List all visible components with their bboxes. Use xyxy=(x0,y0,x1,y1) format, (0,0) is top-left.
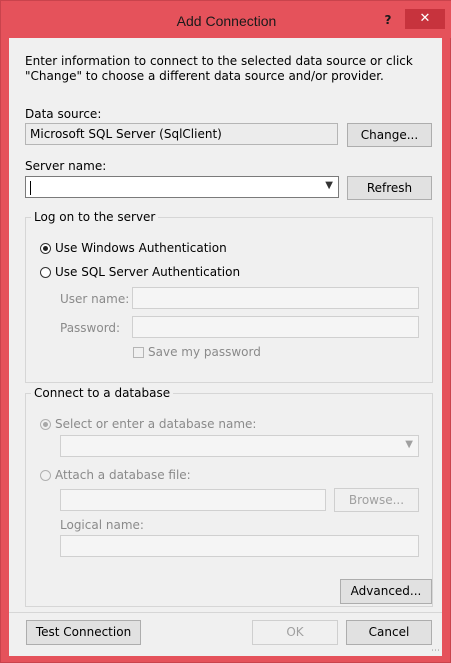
select-db-label[interactable]: Select or enter a database name: xyxy=(55,417,256,431)
sql-auth-radio[interactable] xyxy=(40,267,51,278)
close-icon[interactable]: ✕ xyxy=(405,9,445,29)
password-input[interactable] xyxy=(132,316,419,338)
logical-name-input[interactable] xyxy=(60,535,419,557)
logon-group-label: Log on to the server xyxy=(31,210,159,224)
add-connection-dialog: Add Connection ? ✕ Enter information to … xyxy=(0,0,451,663)
user-name-input[interactable] xyxy=(132,287,419,309)
sql-auth-label[interactable]: Use SQL Server Authentication xyxy=(55,265,240,279)
chevron-down-icon[interactable]: ▼ xyxy=(405,439,413,450)
refresh-button[interactable]: Refresh xyxy=(347,176,432,200)
advanced-button[interactable]: Advanced... xyxy=(340,579,432,604)
dialog-body: Enter information to connect to the sele… xyxy=(9,38,442,656)
ok-button[interactable]: OK xyxy=(252,620,338,645)
title-bar: Add Connection ? ✕ xyxy=(1,1,451,38)
browse-button[interactable]: Browse... xyxy=(334,488,419,512)
windows-auth-label[interactable]: Use Windows Authentication xyxy=(55,241,227,255)
password-label: Password: xyxy=(60,321,121,335)
data-source-label: Data source: xyxy=(25,107,102,121)
database-group-label: Connect to a database xyxy=(31,386,174,400)
text-caret xyxy=(30,181,31,195)
server-name-label: Server name: xyxy=(25,159,107,173)
database-name-combo[interactable]: ▼ xyxy=(60,435,419,457)
windows-auth-radio[interactable] xyxy=(40,243,51,254)
help-icon[interactable]: ? xyxy=(377,11,399,29)
select-db-radio[interactable] xyxy=(40,419,51,430)
test-connection-button[interactable]: Test Connection xyxy=(26,620,141,645)
save-password-checkbox[interactable] xyxy=(133,347,144,358)
change-button[interactable]: Change... xyxy=(347,123,432,147)
chevron-down-icon[interactable]: ▼ xyxy=(325,180,333,191)
save-password-label[interactable]: Save my password xyxy=(148,345,261,359)
server-name-combo[interactable]: ▼ xyxy=(25,176,339,198)
intro-text: Enter information to connect to the sele… xyxy=(25,54,413,83)
attach-file-radio[interactable] xyxy=(40,470,51,481)
resize-grip-icon[interactable]: ⋯ xyxy=(431,646,440,656)
user-name-label: User name: xyxy=(60,292,130,306)
attach-file-label[interactable]: Attach a database file: xyxy=(55,468,191,482)
footer-divider xyxy=(9,612,442,613)
cancel-button[interactable]: Cancel xyxy=(346,620,432,645)
data-source-value: Microsoft SQL Server (SqlClient) xyxy=(25,123,338,145)
logical-name-label: Logical name: xyxy=(60,518,144,532)
database-file-input[interactable] xyxy=(60,489,326,511)
